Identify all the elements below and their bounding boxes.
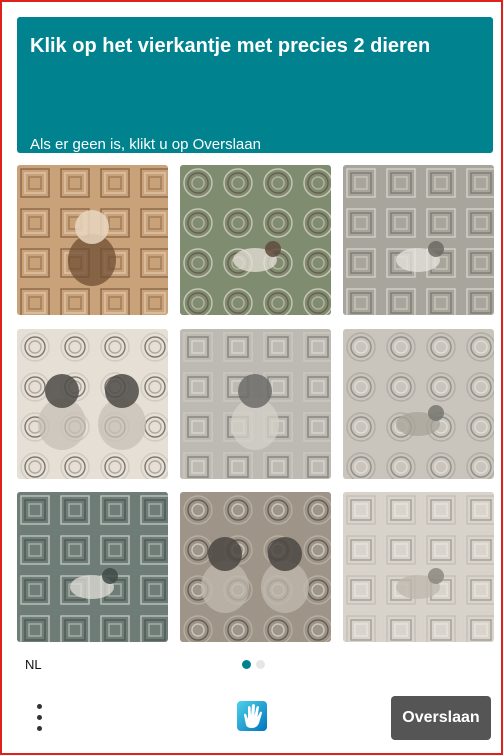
tile-image (343, 329, 494, 479)
tile-8[interactable] (180, 492, 331, 642)
tile-image (17, 492, 168, 642)
page-indicator (242, 660, 265, 669)
challenge-header: Klik op het vierkantje met precies 2 die… (17, 17, 493, 153)
more-options-icon[interactable] (30, 699, 48, 735)
tile-image (180, 492, 331, 642)
challenge-title: Klik op het vierkantje met precies 2 die… (30, 35, 431, 57)
language-indicator[interactable]: NL (25, 657, 42, 672)
tile-6[interactable] (343, 329, 494, 479)
skip-button[interactable]: Overslaan (391, 696, 491, 740)
tile-2[interactable] (180, 165, 331, 315)
tile-3[interactable] (343, 165, 494, 315)
tile-image (343, 492, 494, 642)
image-grid (17, 165, 494, 643)
tile-5[interactable] (180, 329, 331, 479)
tile-1[interactable] (17, 165, 168, 315)
page-dot (256, 660, 265, 669)
tile-4[interactable] (17, 329, 168, 479)
page-dot-active (242, 660, 251, 669)
tile-image (17, 165, 168, 315)
tile-image (343, 165, 494, 315)
tile-7[interactable] (17, 492, 168, 642)
hcaptcha-hand-icon (233, 699, 273, 733)
captcha-frame: Klik op het vierkantje met precies 2 die… (0, 0, 503, 755)
tile-image (17, 329, 168, 479)
tile-image (180, 329, 331, 479)
tile-image (180, 165, 331, 315)
tile-9[interactable] (343, 492, 494, 642)
challenge-subtitle: Als er geen is, klikt u op Overslaan (30, 136, 261, 153)
